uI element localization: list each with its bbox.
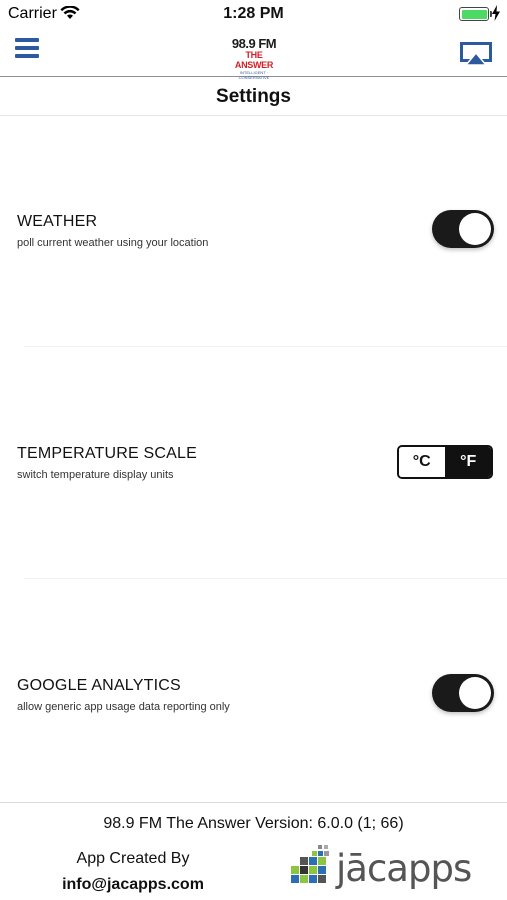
- analytics-toggle[interactable]: [432, 674, 494, 712]
- setting-title: WEATHER: [17, 213, 98, 230]
- jacapps-wordmark: jācapps: [336, 847, 472, 890]
- jacapps-grid-icon: [291, 845, 329, 883]
- footer-divider: [0, 802, 507, 803]
- logo-frequency: 98.9 FM: [231, 36, 277, 51]
- app-version: 98.9 FM The Answer Version: 6.0.0 (1; 66…: [103, 815, 404, 832]
- battery-icon: [459, 7, 492, 21]
- setting-row-weather: WEATHER poll current weather using your …: [0, 116, 507, 346]
- fahrenheit-option[interactable]: °F: [445, 447, 491, 477]
- temperature-unit-selector: °C °F: [397, 445, 493, 479]
- setting-subtitle: allow generic app usage data reporting o…: [17, 701, 230, 713]
- airplay-icon[interactable]: [460, 42, 492, 66]
- page-title: Settings: [216, 86, 291, 107]
- clock: 1:28 PM: [223, 5, 284, 22]
- weather-toggle[interactable]: [432, 210, 494, 248]
- celsius-option[interactable]: °C: [399, 447, 446, 477]
- toggle-knob: [459, 213, 491, 245]
- toggle-knob: [459, 677, 491, 709]
- station-logo: 98.9 FM THE ANSWER INTELLIGENT · CONSERV…: [228, 36, 280, 80]
- jacapps-logo[interactable]: jācapps: [290, 843, 472, 893]
- logo-station-name: THE ANSWER: [234, 50, 274, 70]
- created-by-label: App Created By: [76, 850, 190, 867]
- setting-row-google-analytics: GOOGLE ANALYTICS allow generic app usage…: [0, 579, 507, 801]
- setting-title: GOOGLE ANALYTICS: [17, 677, 181, 694]
- setting-subtitle: switch temperature display units: [17, 469, 174, 481]
- status-bar: Carrier 1:28 PM: [0, 0, 507, 28]
- setting-row-temperature-scale: TEMPERATURE SCALE switch temperature dis…: [0, 347, 507, 578]
- page-header: Settings: [0, 78, 507, 116]
- charging-icon: [492, 5, 500, 21]
- setting-subtitle: poll current weather using your location: [17, 237, 209, 249]
- hamburger-menu-icon[interactable]: [15, 38, 39, 60]
- navigation-bar: 98.9 FM THE ANSWER INTELLIGENT · CONSERV…: [0, 28, 507, 80]
- contact-email-link[interactable]: info@jacapps.com: [42, 876, 224, 894]
- setting-title: TEMPERATURE SCALE: [17, 445, 198, 462]
